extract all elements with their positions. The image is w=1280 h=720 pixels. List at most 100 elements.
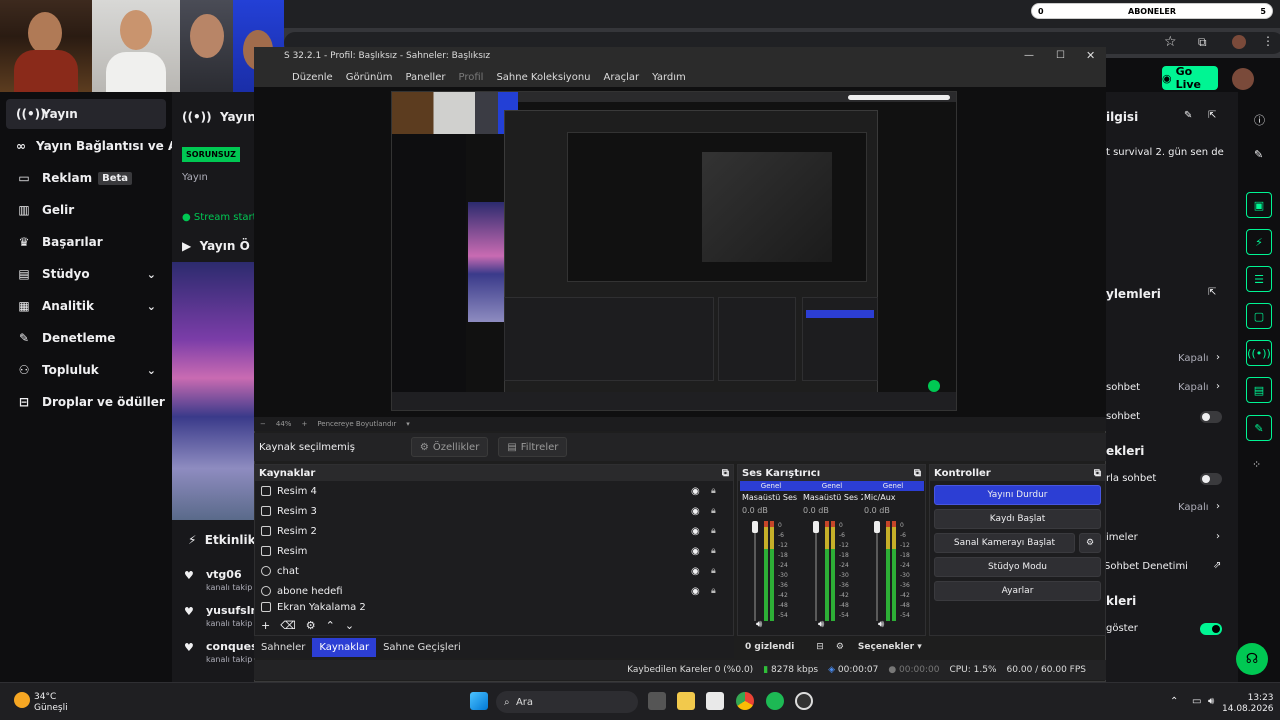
menu-edit[interactable]: Düzenle [292, 72, 333, 83]
menu-view[interactable]: Görünüm [346, 72, 393, 83]
fit-window-button[interactable]: Pencereye Boyutlandır [317, 420, 396, 428]
lock-icon[interactable]: 🔒︎ [711, 526, 716, 536]
broadcast-icon[interactable]: ((•)) [1246, 340, 1272, 366]
zoom-out-icon[interactable]: − [260, 420, 266, 428]
nav-item-moderation[interactable]: ✎ Denetleme [6, 323, 166, 353]
source-item[interactable]: Resim ◉ 🔒︎ [255, 541, 733, 561]
start-virtual-camera-button[interactable]: Sanal Kamerayı Başlat [934, 533, 1075, 553]
source-item[interactable]: Ekran Yakalama 2 [255, 601, 733, 613]
undock-icon[interactable]: ⧉ [914, 468, 921, 479]
info-icon[interactable]: ⓘ [1254, 112, 1265, 128]
go-live-button[interactable]: ◉ Go Live [1162, 65, 1218, 91]
source-item[interactable]: abone hedefi ◉ 🔒︎ [255, 581, 733, 601]
chevron-right-icon[interactable]: › [1216, 381, 1220, 392]
studio-mode-button[interactable]: Stüdyo Modu [934, 557, 1101, 577]
options-dropdown[interactable]: Seçenekler ▾ [858, 642, 922, 652]
external-link-icon[interactable]: ⇗ [1213, 560, 1221, 571]
nav-item-revenue[interactable]: ▥ Gelir [6, 195, 166, 225]
settings-button[interactable]: Ayarlar [934, 581, 1101, 601]
channel-name-select[interactable]: Mic/Aux [862, 491, 924, 504]
lock-icon[interactable]: 🔒︎ [711, 506, 716, 516]
undock-icon[interactable]: ⧉ [1094, 468, 1101, 479]
clock[interactable]: 13:23 14.08.2026 [1222, 693, 1274, 715]
nav-item-studio[interactable]: ▤ Stüdyo ⌄ [6, 259, 166, 289]
eye-icon[interactable]: ◉ [691, 486, 700, 497]
fader-handle[interactable] [752, 521, 758, 533]
chat-icon[interactable]: ▢ [1246, 303, 1272, 329]
help-fab-icon[interactable]: ☊ [1236, 643, 1268, 675]
move-down-icon[interactable]: ⌄ [345, 619, 354, 632]
wrench-icon[interactable]: ✎ [1246, 415, 1272, 441]
popout-icon[interactable]: ⇱ [1208, 110, 1216, 121]
file-explorer-icon[interactable] [677, 692, 695, 710]
layout-icon[interactable]: ⊟ [816, 642, 824, 652]
undock-icon[interactable]: ⧉ [722, 468, 729, 479]
speaker-icon[interactable]: 🔊︎ [818, 619, 824, 630]
tab-scenes[interactable]: Sahneler [254, 638, 312, 657]
gear-icon[interactable]: ⚙ [1079, 533, 1101, 553]
minimize-icon[interactable]: — [1024, 50, 1034, 61]
move-up-icon[interactable]: ⌃ [326, 619, 335, 632]
volume-fader[interactable] [876, 521, 878, 621]
bookmark-star-icon[interactable]: ☆ [1164, 34, 1177, 50]
trash-icon[interactable]: ⌫ [280, 619, 296, 632]
source-item[interactable]: chat ◉ 🔒︎ [255, 561, 733, 581]
nav-item-drops[interactable]: ⊟ Droplar ve ödüller [6, 387, 166, 417]
nav-item-stream-key[interactable]: ∞ Yayın Bağlantısı ve Anahtarı [6, 131, 226, 161]
avatar[interactable] [1232, 68, 1254, 90]
start-recording-button[interactable]: Kaydı Başlat [934, 509, 1101, 529]
weather-icon[interactable] [14, 692, 30, 708]
clip-icon[interactable]: ▣ [1246, 192, 1272, 218]
weather-widget[interactable]: 34°C Güneşli [34, 692, 68, 714]
eye-icon[interactable]: ◉ [691, 586, 700, 597]
popout-icon[interactable]: ⇱ [1208, 287, 1216, 298]
chevron-right-icon[interactable]: › [1216, 531, 1220, 542]
lock-icon[interactable]: 🔒︎ [711, 586, 716, 596]
list-icon[interactable]: ☰ [1246, 266, 1272, 292]
fader-handle[interactable] [813, 521, 819, 533]
obs-icon[interactable] [795, 692, 813, 710]
menu-scene-collection[interactable]: Sahne Koleksiyonu [496, 72, 590, 83]
channel-name-select[interactable]: Masaüstü Ses [740, 491, 802, 504]
toggle-switch[interactable] [1200, 623, 1222, 635]
eye-icon[interactable]: ◉ [691, 526, 700, 537]
profile-avatar[interactable] [1232, 35, 1246, 49]
more-icon[interactable]: ⁘ [1252, 458, 1261, 471]
network-icon[interactable]: ▭ [1192, 696, 1201, 707]
properties-button[interactable]: ⚙ Özellikler [410, 437, 489, 457]
menu-help[interactable]: Yardım [652, 72, 686, 83]
task-view-icon[interactable] [648, 692, 666, 710]
bolt-icon[interactable]: ⚡ [1246, 229, 1272, 255]
source-item[interactable]: Resim 4 ◉ 🔒︎ [255, 481, 733, 501]
menu-profile[interactable]: Profil [458, 72, 483, 83]
nav-item-analytics[interactable]: ▦ Analitik ⌄ [6, 291, 166, 321]
lock-icon[interactable]: 🔒︎ [711, 486, 716, 496]
channel-name-select[interactable]: Masaüstü Ses 2 [801, 491, 863, 504]
source-item[interactable]: Resim 3 ◉ 🔒︎ [255, 501, 733, 521]
add-icon[interactable]: + [261, 619, 270, 632]
speaker-icon[interactable]: 🔊︎ [756, 619, 762, 630]
stop-streaming-button[interactable]: Yayını Durdur [934, 485, 1101, 505]
chevron-down-icon[interactable]: ▾ [406, 420, 410, 428]
nav-item-stream[interactable]: ((•)) Yayın [6, 99, 166, 129]
chrome-icon[interactable] [736, 692, 754, 710]
lock-icon[interactable]: 🔒︎ [711, 566, 716, 576]
menu-tools[interactable]: Araçlar [604, 72, 640, 83]
gear-icon[interactable]: ⚙ [306, 619, 316, 632]
tab-sources[interactable]: Kaynaklar [312, 637, 377, 657]
windows-start-icon[interactable] [470, 692, 488, 710]
tray-chevron-up-icon[interactable]: ⌃ [1170, 696, 1178, 707]
edit-icon[interactable]: ✎ [1254, 148, 1263, 161]
menu-docks[interactable]: Paneller [405, 72, 445, 83]
volume-fader[interactable] [754, 521, 756, 621]
lock-icon[interactable]: 🔒︎ [711, 546, 716, 556]
eye-icon[interactable]: ◉ [691, 506, 700, 517]
toggle-switch[interactable] [1200, 411, 1222, 423]
nav-item-achievements[interactable]: ♛ Başarılar [6, 227, 166, 257]
spotify-icon[interactable] [766, 692, 784, 710]
ad-icon[interactable]: ▤ [1246, 377, 1272, 403]
store-icon[interactable] [706, 692, 724, 710]
close-icon[interactable]: ✕ [1086, 49, 1095, 62]
toggle-switch[interactable] [1200, 473, 1222, 485]
eye-icon[interactable]: ◉ [691, 546, 700, 557]
